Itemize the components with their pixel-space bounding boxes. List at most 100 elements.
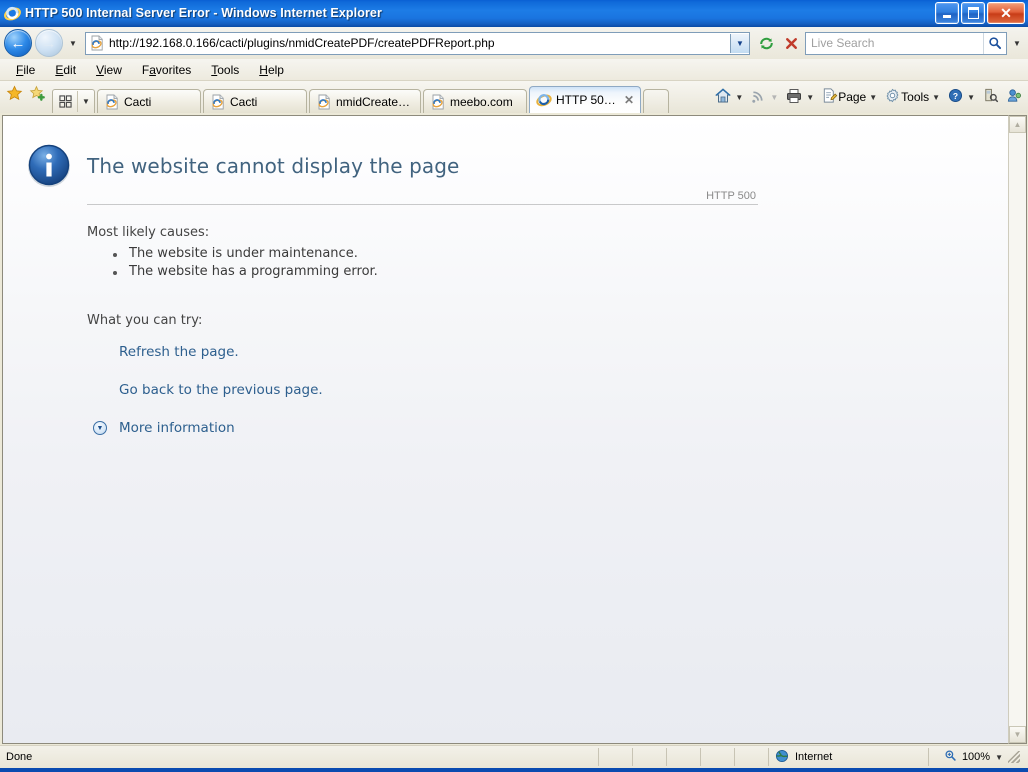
search-dropdown[interactable]: ▼ xyxy=(1010,33,1024,54)
research-button[interactable] xyxy=(979,85,1002,109)
menu-edit[interactable]: Edit xyxy=(45,62,86,78)
address-input[interactable]: http://192.168.0.166/cacti/plugins/nmidC… xyxy=(109,36,730,50)
vertical-scrollbar[interactable]: ▲ ▼ xyxy=(1008,115,1027,744)
quick-tabs-button[interactable]: ▼ xyxy=(52,89,95,113)
magnifier-icon[interactable] xyxy=(983,32,1006,54)
star-icon[interactable] xyxy=(6,85,23,107)
forward-button[interactable]: → xyxy=(35,29,63,57)
print-button[interactable]: ▼ xyxy=(782,85,817,110)
tab-label: HTTP 500 I... xyxy=(556,93,619,107)
tab-cacti-1[interactable]: Cacti xyxy=(97,89,201,113)
page-icon xyxy=(430,94,446,110)
menu-file[interactable]: File xyxy=(6,62,45,78)
menu-tools[interactable]: Tools xyxy=(201,62,249,78)
chevron-down-icon[interactable]: ▼ xyxy=(932,93,940,102)
list-item: The website is under maintenance. xyxy=(111,246,758,261)
address-bar[interactable]: http://192.168.0.166/cacti/plugins/nmidC… xyxy=(85,31,750,55)
zoom-dropdown[interactable]: ▼ xyxy=(995,753,1003,762)
zoom-control[interactable]: 100% ▼ xyxy=(928,748,1028,766)
http-status-code: HTTP 500 xyxy=(706,190,756,202)
help-icon: ? xyxy=(947,87,964,107)
command-bar: ▼ ▼ ▼ Page ▼ Tools ▼ ? ▼ xyxy=(711,84,1026,110)
try-label: What you can try: xyxy=(87,313,203,328)
page-icon xyxy=(89,35,105,51)
svg-text:?: ? xyxy=(953,91,958,101)
tab-close-icon[interactable]: ✕ xyxy=(624,94,634,106)
page-title: The website cannot display the page xyxy=(87,154,460,178)
action-label[interactable]: Refresh the page. xyxy=(119,344,239,360)
navigation-bar: ← → ▼ http://192.168.0.166/cacti/plugins… xyxy=(0,27,1028,59)
scroll-track[interactable] xyxy=(1009,133,1026,726)
ie-logo-icon xyxy=(4,5,21,22)
tab-label: nmidCreatePD... xyxy=(336,94,414,109)
chevron-down-icon: ▼ xyxy=(93,421,107,435)
info-icon xyxy=(25,142,73,190)
resize-grip[interactable] xyxy=(1008,751,1020,763)
tools-menu-button[interactable]: Tools ▼ xyxy=(881,85,943,109)
quick-tabs-dropdown[interactable]: ▼ xyxy=(77,91,94,112)
status-pad-1 xyxy=(598,748,632,766)
divider xyxy=(87,204,758,205)
scroll-down-button[interactable]: ▼ xyxy=(1009,726,1026,743)
chevron-down-icon[interactable]: ▼ xyxy=(967,93,975,102)
star-plus-icon[interactable] xyxy=(29,85,46,107)
search-box[interactable]: Live Search xyxy=(805,31,1007,55)
title-bar: HTTP 500 Internal Server Error - Windows… xyxy=(0,0,1028,27)
page-icon xyxy=(104,94,120,110)
tab-meebo[interactable]: meebo.com xyxy=(423,89,527,113)
page-menu-button[interactable]: Page ▼ xyxy=(818,85,880,109)
action-label[interactable]: More information xyxy=(119,420,235,436)
content-shell: The website cannot display the page HTTP… xyxy=(0,113,1028,745)
tab-strip: Cacti Cacti nmidCreatePD... meebo.com xyxy=(97,81,671,113)
chevron-down-icon[interactable]: ▼ xyxy=(806,93,814,102)
help-button[interactable]: ? ▼ xyxy=(944,85,978,109)
error-body: HTTP 500 Most likely causes: The website… xyxy=(87,190,1008,436)
error-container: The website cannot display the page HTTP… xyxy=(3,116,1008,436)
causes-label: Most likely causes: xyxy=(87,225,210,240)
ie-logo-icon xyxy=(536,92,552,108)
scroll-up-button[interactable]: ▲ xyxy=(1009,116,1026,133)
home-button[interactable]: ▼ xyxy=(711,85,746,110)
zoom-level-label: 100% xyxy=(961,751,991,763)
chevron-down-icon[interactable]: ▼ xyxy=(770,93,778,102)
menu-favorites[interactable]: Favorites xyxy=(132,62,201,78)
refresh-icon[interactable] xyxy=(755,32,777,54)
tools-menu-label: Tools xyxy=(901,90,930,104)
menu-bar: File Edit View Favorites Tools Help xyxy=(0,59,1028,81)
favorites-buttons xyxy=(4,81,52,113)
security-zone[interactable]: Internet xyxy=(768,748,928,766)
page-menu-label: Page xyxy=(838,90,867,104)
search-input[interactable]: Live Search xyxy=(806,36,983,50)
chevron-down-icon[interactable]: ▼ xyxy=(735,93,743,102)
action-label[interactable]: Go back to the previous page. xyxy=(119,382,323,398)
new-tab-button[interactable] xyxy=(643,89,669,113)
tab-http-500[interactable]: HTTP 500 I... ✕ xyxy=(529,86,641,113)
address-dropdown[interactable]: ▼ xyxy=(730,33,749,53)
page-edit-icon xyxy=(821,87,838,107)
action-refresh[interactable]: Refresh the page. xyxy=(87,344,758,360)
ie-browser-window: HTTP 500 Internal Server Error - Windows… xyxy=(0,0,1028,772)
forward-arrow-icon: → xyxy=(35,29,63,57)
quick-tabs-grid-icon xyxy=(53,95,77,108)
tab-nmidcreatepdf[interactable]: nmidCreatePD... xyxy=(309,89,421,113)
zoom-icon xyxy=(944,749,957,765)
menu-help[interactable]: Help xyxy=(249,62,294,78)
security-zone-label: Internet xyxy=(795,751,833,763)
stop-icon[interactable] xyxy=(780,32,802,54)
close-button[interactable]: ✕ xyxy=(987,2,1025,24)
restore-button[interactable] xyxy=(961,2,985,24)
menu-view[interactable]: View xyxy=(86,62,132,78)
messenger-button[interactable] xyxy=(1003,85,1026,109)
minimize-button[interactable] xyxy=(935,2,959,24)
chevron-down-icon[interactable]: ▼ xyxy=(869,93,877,102)
action-go-back[interactable]: Go back to the previous page. xyxy=(87,382,758,398)
back-button[interactable]: ← xyxy=(4,29,32,57)
error-header: The website cannot display the page xyxy=(25,142,1008,190)
tab-cacti-2[interactable]: Cacti xyxy=(203,89,307,113)
tab-label: meebo.com xyxy=(450,94,513,109)
tab-label: Cacti xyxy=(230,94,258,109)
action-more-information[interactable]: ▼ More information xyxy=(87,420,758,436)
recent-pages-dropdown[interactable]: ▼ xyxy=(66,30,80,56)
status-bar: Done Internet 100% ▼ xyxy=(0,745,1028,768)
feeds-button[interactable]: ▼ xyxy=(747,85,781,109)
